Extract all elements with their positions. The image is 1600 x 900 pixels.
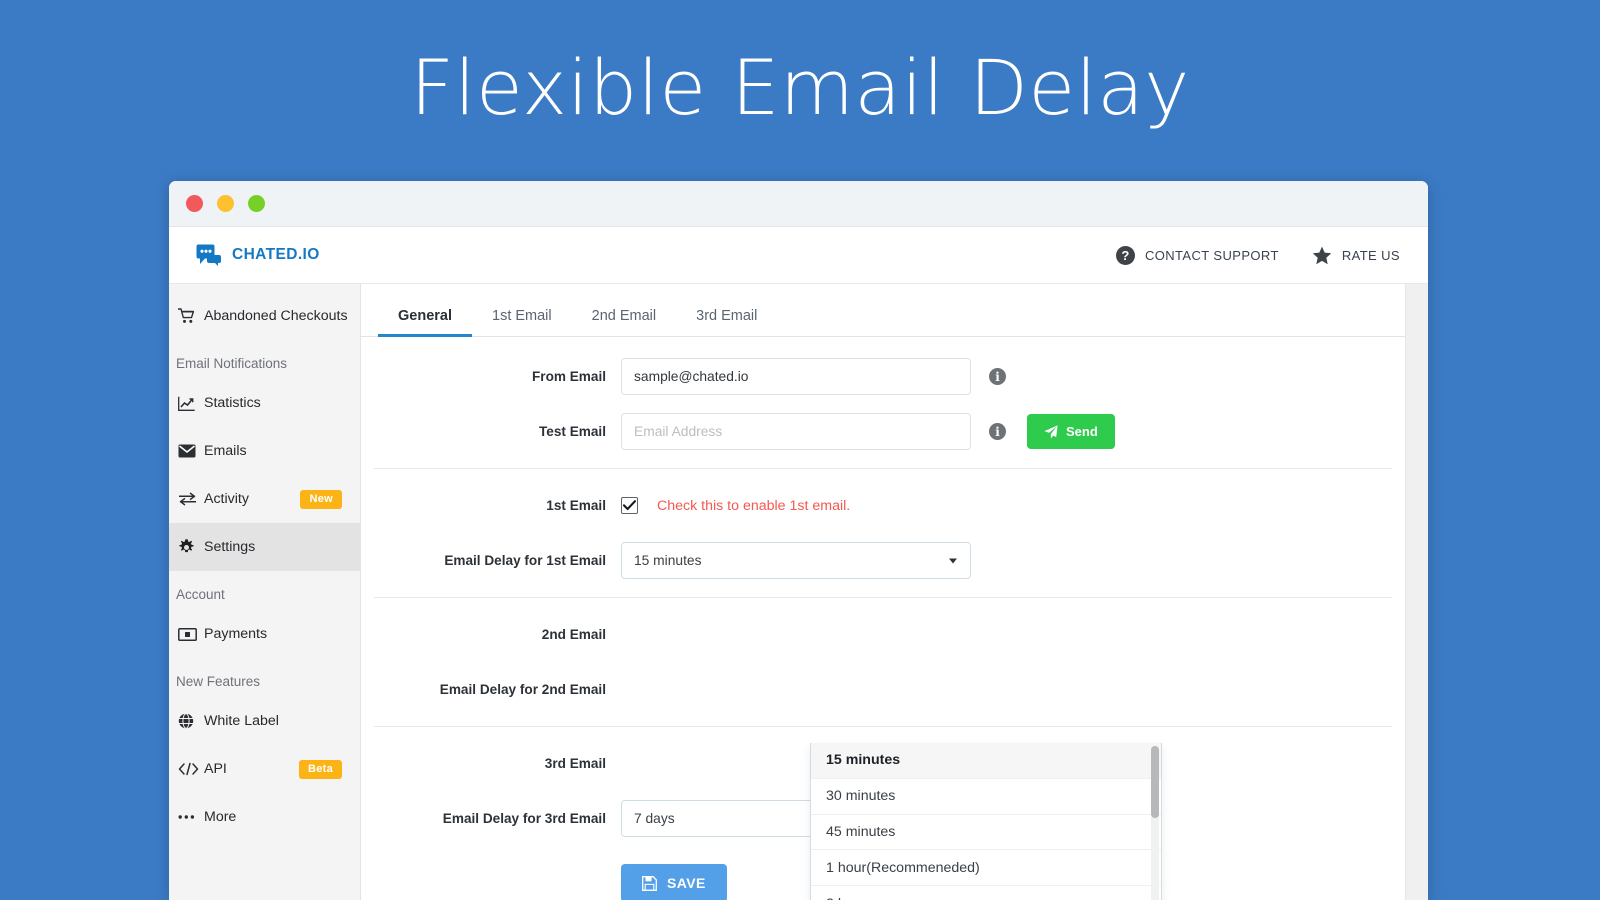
delay-1st-email-dropdown[interactable]: 15 minutes 30 minutes 45 minutes 1 hour(… [810, 743, 1162, 900]
sidebar-item-label: White Label [204, 713, 279, 729]
rate-us-button[interactable]: RATE US [1312, 246, 1400, 265]
ellipsis-icon [178, 814, 204, 820]
sidebar-item-label: API [204, 761, 227, 777]
from-email-label: From Email [531, 369, 606, 384]
envelope-icon [178, 444, 204, 458]
sidebar-item-abandoned-checkouts[interactable]: Abandoned Checkouts [169, 292, 360, 340]
tab-bar: General 1st Email 2nd Email 3rd Email [361, 284, 1405, 337]
delay-1st-email-value: 15 minutes [634, 553, 702, 568]
question-circle-icon: ? [1115, 245, 1135, 265]
money-bill-icon [178, 627, 204, 641]
delay-3rd-email-value: 7 days [634, 811, 675, 826]
chat-bubble-icon [196, 244, 223, 266]
sidebar-section-title-email-notifications: Email Notifications [176, 356, 288, 371]
delay-1st-email-label: Email Delay for 1st Email [444, 553, 606, 568]
code-icon [178, 762, 204, 776]
sidebar-item-label: Emails [204, 443, 247, 459]
floppy-disk-icon [642, 875, 657, 891]
sidebar-item-label: Statistics [204, 395, 261, 411]
sidebar-item-label: More [204, 809, 237, 825]
maximize-window-button[interactable] [248, 195, 265, 212]
form-group-test-email: Test Email i Send [361, 404, 1405, 459]
tab-3rd-email[interactable]: 3rd Email [676, 308, 777, 336]
first-email-label: 1st Email [546, 498, 606, 513]
contact-support-button[interactable]: ? CONTACT SUPPORT [1115, 245, 1279, 265]
rate-us-label: RATE US [1341, 247, 1400, 263]
sidebar-badge-new: New [300, 489, 342, 509]
minimize-window-button[interactable] [217, 195, 234, 212]
second-email-label: 2nd Email [541, 627, 606, 642]
sidebar-item-settings[interactable]: Settings [169, 523, 360, 571]
from-email-input[interactable] [621, 358, 971, 395]
form-group-delay-2nd-email: Email Delay for 2nd Email [361, 662, 1405, 717]
window-titlebar [169, 181, 1428, 227]
close-window-button[interactable] [186, 195, 203, 212]
shopping-cart-icon [178, 308, 204, 324]
form-group-delay-1st-email: Email Delay for 1st Email 15 minutes [361, 533, 1405, 588]
info-icon[interactable]: i [989, 423, 1006, 440]
sidebar-section-title-new-features: New Features [176, 674, 261, 689]
test-email-input[interactable] [621, 413, 971, 450]
sidebar-item-label: Activity [204, 491, 249, 507]
sidebar-item-label: Settings [204, 539, 256, 555]
sidebar-item-label: Payments [204, 626, 268, 642]
brand-name: CHATED.IO [232, 246, 320, 263]
form-group-1st-email-enable: 1st Email Check this to enable 1st email… [361, 478, 1405, 533]
sidebar-item-activity[interactable]: Activity New [169, 475, 360, 523]
send-label: Send [1066, 424, 1098, 439]
sidebar-item-emails[interactable]: Emails [169, 427, 360, 475]
form-group-from-email: From Email i [361, 349, 1405, 404]
dropdown-option[interactable]: 45 minutes [811, 814, 1161, 851]
tab-1st-email[interactable]: 1st Email [472, 308, 572, 336]
save-label: SAVE [667, 875, 706, 891]
gear-icon [178, 538, 204, 556]
contact-support-label: CONTACT SUPPORT [1144, 247, 1279, 263]
sidebar-item-more[interactable]: More [169, 793, 360, 841]
chart-line-icon [178, 396, 204, 411]
tab-general[interactable]: General [378, 308, 472, 337]
dropdown-option[interactable]: 2 hours [811, 886, 1161, 900]
svg-text:?: ? [1121, 248, 1129, 263]
sidebar-item-label: Abandoned Checkouts [204, 308, 348, 324]
send-test-email-button[interactable]: Send [1027, 414, 1115, 449]
globe-icon [178, 713, 204, 729]
paper-plane-icon [1044, 424, 1058, 439]
sidebar-item-api[interactable]: API Beta [169, 745, 360, 793]
sidebar-item-statistics[interactable]: Statistics [169, 379, 360, 427]
test-email-label: Test Email [539, 424, 606, 439]
delay-2nd-email-label: Email Delay for 2nd Email [439, 682, 606, 697]
exchange-icon [178, 492, 204, 506]
tab-2nd-email[interactable]: 2nd Email [572, 308, 676, 336]
page-title: Flexible Email Delay [410, 43, 1190, 132]
form-divider [374, 726, 1392, 727]
form-group-2nd-email-enable: 2nd Email [361, 607, 1405, 662]
browser-window: CHATED.IO ? CONTACT SUPPORT RATE US Aban… [169, 181, 1428, 900]
app-header: CHATED.IO ? CONTACT SUPPORT RATE US [169, 227, 1428, 284]
star-icon [1312, 246, 1332, 265]
header-actions: ? CONTACT SUPPORT RATE US [1115, 245, 1400, 265]
brand-logo[interactable]: CHATED.IO [196, 244, 320, 266]
form-divider [374, 597, 1392, 598]
third-email-label: 3rd Email [544, 756, 606, 771]
sidebar-item-payments[interactable]: Payments [169, 610, 360, 658]
dropdown-option[interactable]: 1 hour(Recommeneded) [811, 850, 1161, 887]
enable-1st-email-hint: Check this to enable 1st email. [657, 497, 851, 514]
enable-1st-email-checkbox[interactable] [621, 497, 638, 514]
info-icon[interactable]: i [989, 368, 1006, 385]
save-button[interactable]: SAVE [621, 864, 727, 900]
dropdown-scrollbar-thumb[interactable] [1151, 746, 1159, 818]
delay-3rd-email-label: Email Delay for 3rd Email [442, 811, 606, 826]
sidebar-badge-beta: Beta [298, 759, 342, 779]
dropdown-option[interactable]: 30 minutes [811, 778, 1161, 815]
sidebar-item-white-label[interactable]: White Label [169, 697, 360, 745]
sidebar: Abandoned Checkouts Email Notifications … [169, 284, 361, 900]
app-body: Abandoned Checkouts Email Notifications … [169, 284, 1428, 900]
chevron-down-icon [949, 558, 957, 563]
form-divider [374, 468, 1392, 469]
sidebar-section-title-account: Account [176, 587, 225, 602]
dropdown-option[interactable]: 15 minutes [811, 743, 1161, 779]
delay-1st-email-select[interactable]: 15 minutes [621, 542, 971, 579]
